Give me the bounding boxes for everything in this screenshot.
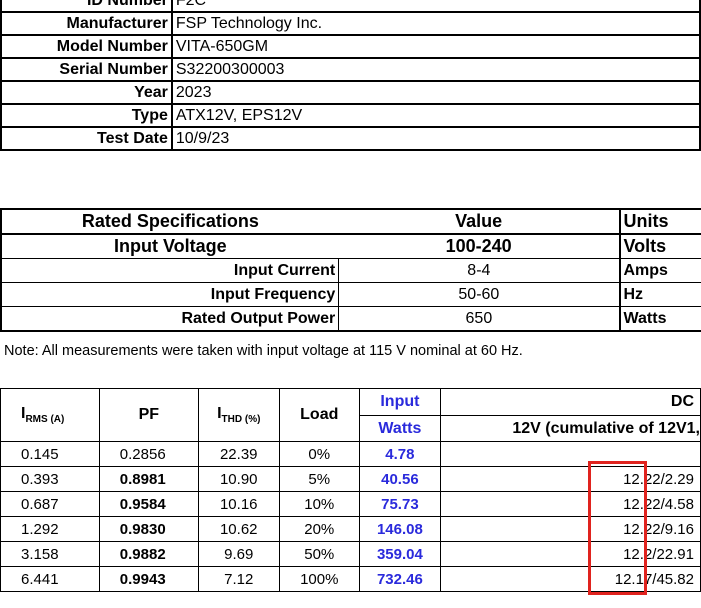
rated-spec-value: 650 [338,306,620,332]
pf-cell: 0.9830 [98,516,199,542]
rated-spec-header-unit: Units [618,208,701,235]
psu-info-table: ID Number F2C Manufacturer FSP Technology I… [0,0,701,151]
ithd-cell: 10.16 [197,491,280,517]
measurement-header-row: IRMS (A) PF ITHD (%) Load Input DC [0,388,701,442]
v12-cell: 12.22/4.58 [439,491,701,517]
info-value: F2C [170,0,701,13]
info-row: Serial Number S32200300003 [0,57,701,82]
pf-header: PF [98,388,199,442]
irms-cell: 1.292 [0,516,100,542]
rated-spec-label: Input Frequency [0,282,340,307]
info-label: Year [0,80,173,105]
rated-spec-label: Input Current [0,258,340,283]
rated-spec-label: Rated Output Power [0,306,340,332]
measurement-row: 3.158 0.9882 9.69 50% 359.04 12.2/22.91 [0,541,701,567]
info-value: 10/9/23 [170,126,701,151]
ithd-cell: 10.90 [197,466,280,492]
measurement-row: 0.393 0.8981 10.90 5% 40.56 12.22/2.29 [0,466,701,492]
irms-cell: 3.158 [0,541,100,567]
v12-cell [439,441,701,467]
info-row: Type ATX12V, EPS12V [0,103,701,128]
irms-cell: 0.393 [0,466,100,492]
rated-spec-header-row: Rated Specifications Value Units [0,208,701,235]
v12-cell: 12.22/9.16 [439,516,701,542]
rated-spec-unit: Hz [618,282,701,307]
irms-cell: 0.145 [0,441,100,467]
info-row: ID Number F2C [0,0,701,13]
rated-spec-unit: Volts [618,233,701,259]
measurement-row: 0.687 0.9584 10.16 10% 75.73 12.22/4.58 [0,491,701,517]
ithd-cell: 7.12 [197,566,280,592]
rated-spec-row: Input Voltage 100-240 Volts [0,233,701,259]
v12-cell: 12.17/45.82 [439,566,701,592]
ithd-cell: 10.62 [197,516,280,542]
rated-spec-header-value: Value [338,208,620,235]
measurement-row: 0.145 0.2856 22.39 0% 4.78 [0,441,701,467]
load-cell: 5% [278,466,360,492]
info-label: Test Date [0,126,173,151]
measurement-row: 6.441 0.9943 7.12 100% 732.46 12.17/45.82 [0,566,701,592]
pf-cell: 0.9943 [98,566,199,592]
info-value: FSP Technology Inc. [170,11,701,36]
pf-cell: 0.8981 [98,466,199,492]
input-watts-cell: 146.08 [358,516,441,542]
info-label: Serial Number [0,57,173,82]
dc-header: DC [439,388,701,416]
info-label: Type [0,103,173,128]
rated-specifications-table: Rated Specifications Value Units Input V… [0,208,701,332]
rated-spec-value: 50-60 [338,282,620,307]
load-cell: 0% [278,441,360,467]
rated-spec-unit: Watts [618,306,701,332]
pf-cell: 0.9882 [98,541,199,567]
info-label: Manufacturer [0,11,173,36]
v12-header: 12V (cumulative of 12V1, [439,415,701,442]
info-value: 2023 [170,80,701,105]
input-watts-cell: 359.04 [358,541,441,567]
ithd-cell: 9.69 [197,541,280,567]
irms-header: IRMS (A) [0,388,100,442]
info-row: Manufacturer FSP Technology Inc. [0,11,701,36]
rated-spec-row: Input Current 8-4 Amps [0,258,701,283]
measurement-table: IRMS (A) PF ITHD (%) Load Input DC Watts… [0,388,701,592]
rated-spec-label: Input Voltage [0,233,339,259]
irms-cell: 0.687 [0,491,100,517]
irms-cell: 6.441 [0,566,100,592]
measurement-row: 1.292 0.9830 10.62 20% 146.08 12.22/9.16 [0,516,701,542]
rated-spec-unit: Amps [618,258,701,283]
info-value: S32200300003 [170,57,701,82]
info-value: ATX12V, EPS12V [170,103,701,128]
pf-cell: 0.2856 [98,441,199,467]
rated-spec-row: Rated Output Power 650 Watts [0,306,701,332]
rated-spec-header-label: Rated Specifications [0,208,339,235]
info-row: Test Date 10/9/23 [0,126,701,151]
input-watts-cell: 40.56 [358,466,441,492]
input-watts-header-bottom: Watts [358,415,441,442]
input-watts-cell: 732.46 [358,566,441,592]
measurement-note: Note: All measurements were taken with i… [4,343,523,359]
input-watts-cell: 4.78 [358,441,441,467]
rated-spec-value: 8-4 [338,258,620,283]
input-watts-header-top: Input [358,388,441,416]
rated-spec-row: Input Frequency 50-60 Hz [0,282,701,307]
load-cell: 100% [278,566,360,592]
load-cell: 20% [278,516,360,542]
load-cell: 50% [278,541,360,567]
input-watts-cell: 75.73 [358,491,441,517]
v12-cell: 12.2/22.91 [439,541,701,567]
info-row: Year 2023 [0,80,701,105]
info-label: ID Number [0,0,173,13]
load-cell: 10% [278,491,360,517]
ithd-cell: 22.39 [197,441,280,467]
ithd-header: ITHD (%) [197,388,280,442]
info-row: Model Number VITA-650GM [0,34,701,59]
info-label: Model Number [0,34,173,59]
load-header: Load [278,388,360,442]
v12-cell: 12.22/2.29 [439,466,701,492]
pf-cell: 0.9584 [98,491,199,517]
rated-spec-value: 100-240 [338,233,620,259]
info-value: VITA-650GM [170,34,701,59]
